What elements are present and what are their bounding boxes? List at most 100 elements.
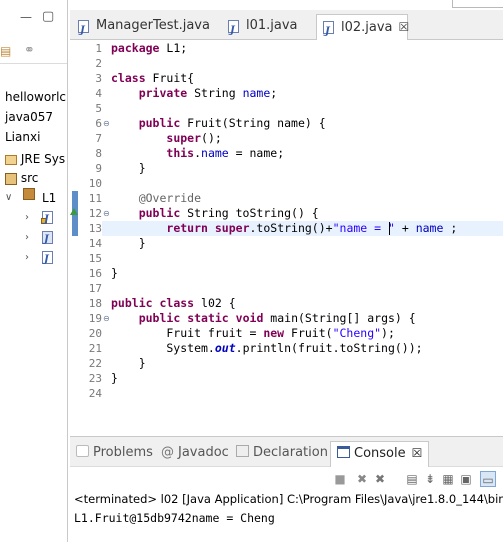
tree-item-label: helloworlc [5,90,67,104]
tab-declaration[interactable]: Declaration [236,445,328,460]
chevron-right-icon[interactable]: › [25,228,29,248]
line-number: 8 [95,147,102,160]
code-line[interactable]: this.name = name; [111,146,284,161]
line-number: 7 [95,132,102,145]
tab-label: Problems [93,445,153,460]
source-folder-icon [5,172,17,185]
tab-console[interactable]: Console ☒ [330,441,430,467]
package-icon [23,188,35,200]
line-number: 21 [88,342,102,355]
tree-item-java-file[interactable]: › [25,228,67,250]
code-line[interactable]: @Override [111,191,201,206]
code-line[interactable]: System.out.println(fruit.toString()); [111,341,422,356]
minimize-icon[interactable]: — [20,10,32,24]
fold-toggle-icon[interactable]: ⊖ [103,311,110,326]
java-file-icon [42,230,53,250]
quick-access-field[interactable] [452,0,503,8]
override-marker-icon[interactable] [70,208,78,215]
console-status: <terminated> l02 [Java Application] C:\P… [74,492,503,506]
tab-javadoc[interactable]: @ Javadoc [161,445,229,460]
console-output[interactable]: L1.Fruit@15db9742name = Cheng [74,511,275,525]
scroll-lock-icon[interactable]: ⇟ [422,471,438,487]
console-view: Problems @ Javadoc Declaration Console ☒ ■… [70,436,503,542]
bottom-tab-bar: Problems @ Javadoc Declaration Console ☒ [70,437,503,467]
code-line[interactable]: public static void main(String[] args) { [111,311,416,326]
code-line[interactable]: class Fruit{ [111,71,194,86]
code-line[interactable]: public String toString() { [111,206,319,221]
code-line[interactable]: public Fruit(String name) { [111,116,326,131]
tree-item-l1-package[interactable]: ∨ L1 [5,188,67,208]
editor-tab-bar: ManagerTest.java l01.java l02.java ☒ [70,10,503,44]
code-area[interactable]: package L1; class Fruit{ private String n… [111,40,503,415]
fold-toggle-icon[interactable]: ⊖ [103,206,110,221]
line-number-gutter: 1 2 3 4 5 6 ⊖ 7 8 9 10 11 12 ⊖ 13 14 15 16 17 18 19 ⊖ 20 21 22 23… [78,40,110,415]
console-toolbar: ■ ✖ ✖ ▤ ⇟ ▦ ▣ ▭ [70,467,503,491]
tab-l02-java[interactable]: l02.java ☒ [316,14,410,44]
tree-item-helloworld[interactable]: helloworlc [5,87,67,107]
fold-toggle-icon[interactable]: ⊖ [103,116,110,131]
line-number: 17 [88,282,102,295]
code-line[interactable]: Fruit fruit = new Fruit("Cheng"); [111,326,395,341]
tree-item-jre-system[interactable]: JRE Sys [5,149,67,169]
line-number: 23 [88,372,102,385]
tab-label: Declaration [253,445,328,460]
chevron-right-icon[interactable]: › [25,208,29,228]
tree-item-label: L1 [42,191,57,205]
problems-icon [76,445,89,457]
code-line[interactable]: } [111,266,118,281]
code-line[interactable]: } [111,236,146,251]
package-explorer-toolbar: ▤ ⚭ [0,40,67,64]
package-explorer-window-controls: — ▢ [0,9,67,32]
code-line[interactable]: } [111,161,146,176]
declaration-icon [236,445,249,457]
code-line[interactable]: package L1; [111,41,187,56]
line-number: 4 [95,87,102,100]
collapse-all-icon[interactable]: ▤ [0,44,11,58]
remove-all-launches-icon[interactable]: ✖ [372,471,388,487]
line-number: 12 [88,207,102,220]
code-line[interactable]: public class l02 { [111,296,236,311]
line-number: 10 [88,177,102,190]
code-editor[interactable]: 1 2 3 4 5 6 ⊖ 7 8 9 10 11 12 ⊖ 13 14 15 16 17 18 19 ⊖ 20 21 22 23… [70,40,503,415]
tree-item-java-file[interactable]: › [25,208,67,230]
code-line[interactable]: } [111,371,118,386]
chevron-right-icon[interactable]: › [25,248,29,268]
remove-launch-icon[interactable]: ✖ [354,471,370,487]
pin-console-icon[interactable]: ▣ [458,471,474,487]
java-file-icon [228,19,239,43]
tab-l01-java[interactable]: l01.java [222,14,298,43]
close-tab-icon[interactable]: ☒ [412,446,423,460]
clear-console-icon[interactable]: ▤ [404,471,420,487]
tab-managertest-java[interactable]: ManagerTest.java [72,14,210,43]
at-icon: @ [161,445,174,460]
code-line[interactable]: super(); [111,131,221,146]
code-line[interactable]: } [111,356,146,371]
terminate-icon[interactable]: ■ [332,471,348,487]
tree-item-lianxi[interactable]: Lianxi [5,127,67,147]
line-number: 6 [95,117,102,130]
code-line[interactable]: return super.toString()+"name = " + name… [111,221,457,236]
tab-label: Console [354,446,406,461]
line-number: 1 [95,42,102,55]
line-number: 24 [88,387,102,400]
tab-label: l02.java [341,20,393,35]
close-tab-icon[interactable]: ☒ [399,20,410,34]
line-number: 20 [88,327,102,340]
line-number: 11 [88,192,102,205]
chevron-down-icon[interactable]: ∨ [5,188,12,208]
display-selected-console-icon[interactable]: ▭ [480,471,496,487]
tree-item-src[interactable]: src [5,168,67,188]
tab-label: ManagerTest.java [96,18,210,33]
line-number: 19 [88,312,102,325]
console-icon [337,446,350,458]
tab-problems[interactable]: Problems [76,445,153,460]
tab-label: Javadoc [178,445,229,460]
line-number: 15 [88,252,102,265]
maximize-icon[interactable]: ▢ [42,9,54,24]
word-wrap-icon[interactable]: ▦ [440,471,456,487]
tree-item-java-file[interactable]: › [25,248,67,270]
link-editor-icon[interactable]: ⚭ [24,43,35,58]
tree-item-java057[interactable]: java057 [5,107,67,127]
line-number: 22 [88,357,102,370]
code-line[interactable]: private String name; [111,86,278,101]
